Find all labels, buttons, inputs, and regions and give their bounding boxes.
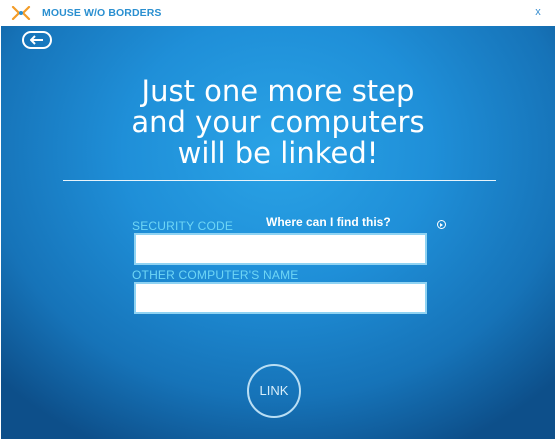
help-link[interactable]: Where can I find this? — [266, 215, 391, 229]
security-code-label: SECURITY CODE — [132, 219, 234, 233]
close-button[interactable]: x — [530, 4, 546, 20]
main-panel: Just one more step and your computers wi… — [1, 26, 555, 439]
window-title: MOUSE W/O BORDERS — [42, 7, 162, 19]
app-window: MOUSE W/O BORDERS x Just one more step a… — [0, 0, 556, 440]
title-bar[interactable]: MOUSE W/O BORDERS x — [0, 0, 556, 26]
back-button[interactable] — [22, 31, 52, 49]
security-code-input[interactable] — [134, 233, 427, 265]
mouse-without-borders-icon — [11, 5, 31, 21]
headline-line-2: and your computers — [131, 105, 425, 139]
divider — [63, 180, 496, 181]
link-button[interactable]: LINK — [247, 364, 301, 418]
headline: Just one more step and your computers wi… — [1, 76, 555, 169]
other-computer-input[interactable] — [134, 282, 427, 314]
back-arrow-icon — [30, 35, 43, 45]
arrow-circle-icon[interactable] — [437, 220, 446, 229]
headline-line-3: will be linked! — [177, 136, 379, 170]
headline-line-1: Just one more step — [141, 74, 415, 108]
other-computer-label: OTHER COMPUTER'S NAME — [132, 268, 299, 282]
